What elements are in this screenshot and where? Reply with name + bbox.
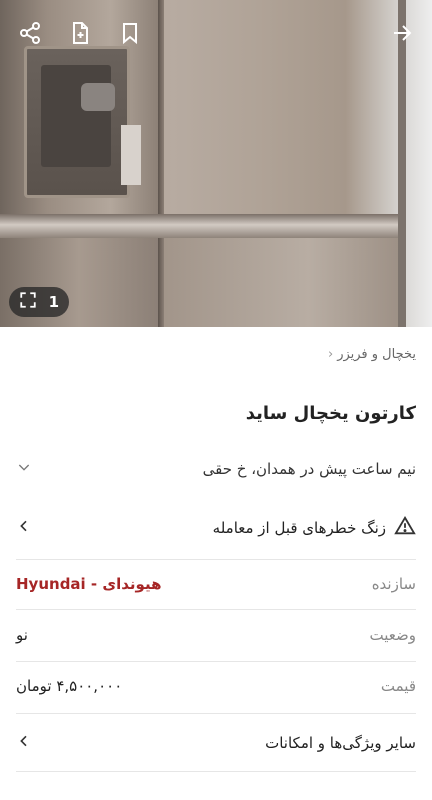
warning-row[interactable]: زنگ خطرهای قبل از معامله [16,513,416,543]
image-count: 1 [48,293,59,311]
page-title: کارتون یخچال ساید [245,403,416,424]
warning-label: زنگ خطرهای قبل از معامله [212,519,386,537]
ad-meta-text: نیم ساعت پیش در همدان، خ حقی [202,460,416,478]
more-features-label: سایر ویژگی‌ها و امکانات [265,734,416,752]
water-dispenser [24,46,141,198]
warning-icon [394,515,416,541]
arrow-right-icon[interactable] [389,20,415,46]
note-add-icon[interactable] [67,20,93,46]
chevron-left-icon: ‹ [327,347,334,362]
attr-row-maker: سازنده هیوندای - Hyundai [16,559,416,609]
ad-meta-row[interactable]: نیم ساعت پیش در همدان، خ حقی [16,455,416,483]
attr-key: سازنده [371,575,416,593]
chevron-left-icon [16,518,32,538]
attr-value-price: ۴,۵۰۰,۰۰۰ تومان [16,677,123,695]
share-icon[interactable] [17,20,43,46]
fullscreen-icon [19,291,37,313]
divider [16,713,416,714]
attr-key: وضعیت [369,626,416,644]
breadcrumb[interactable]: یخچال و فریزر ‹ [328,347,416,362]
attr-value: نو [16,626,28,644]
attr-row-condition: وضعیت نو [16,610,416,660]
more-features-row[interactable]: سایر ویژگی‌ها و امکانات [16,718,416,768]
attr-key: قیمت [380,677,416,695]
chevron-down-icon[interactable] [16,459,32,479]
attr-value-brand[interactable]: هیوندای - Hyundai [16,575,162,593]
image-counter[interactable]: 1 [9,287,69,317]
chevron-left-icon [16,733,32,753]
bookmark-icon[interactable] [117,20,143,46]
attr-row-price: قیمت ۴,۵۰۰,۰۰۰ تومان [16,661,416,711]
divider [16,771,416,772]
ad-image[interactable]: 1 [0,0,432,327]
breadcrumb-category[interactable]: یخچال و فریزر [337,347,416,362]
